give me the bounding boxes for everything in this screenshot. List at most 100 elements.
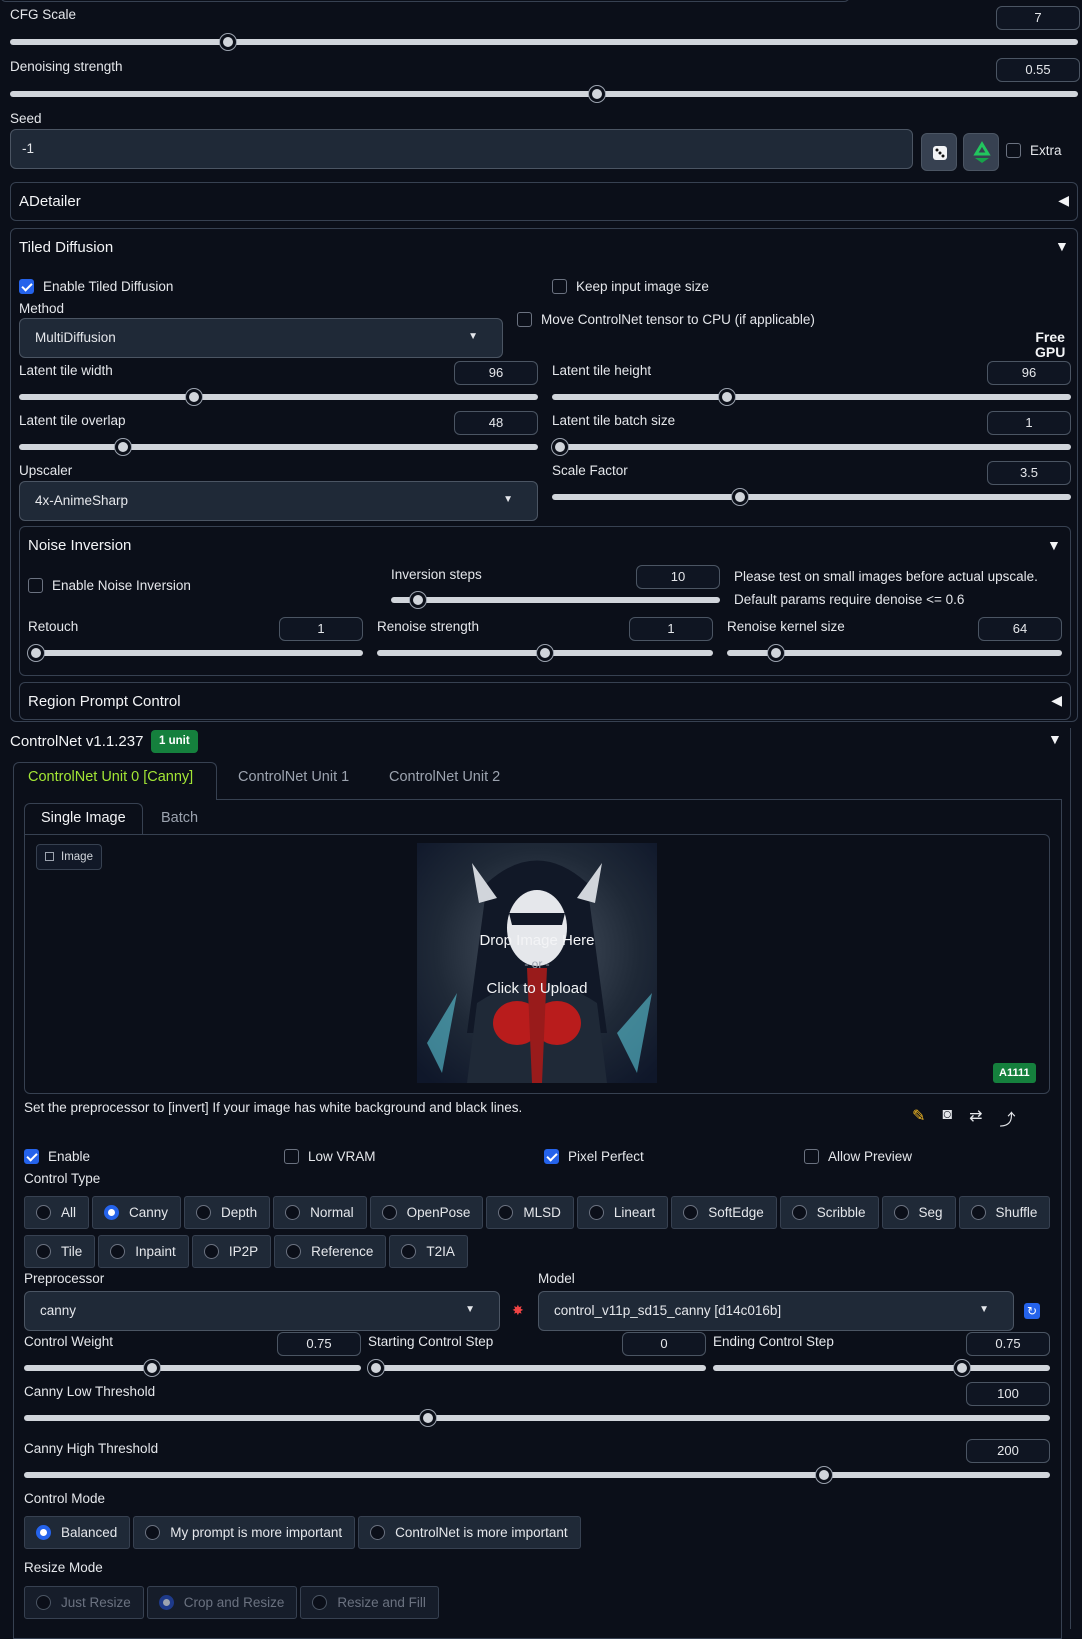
radio-balanced[interactable]: Balanced (24, 1516, 131, 1549)
inversion-steps-slider[interactable] (391, 592, 720, 608)
cfg-scale-slider[interactable] (10, 34, 1078, 50)
scale-factor-slider[interactable] (552, 489, 1071, 505)
collapse-down-icon[interactable]: ▼ (1055, 238, 1069, 254)
preprocessor-dropdown[interactable]: canny ▼ (24, 1291, 500, 1331)
radio-crop-and-resize[interactable]: Crop and Resize (146, 1586, 298, 1619)
upscaler-dropdown[interactable]: 4x-AnimeSharp ▼ (19, 481, 538, 521)
camera-icon[interactable]: ◙ (942, 1106, 952, 1130)
refresh-models-icon[interactable]: ↻ (1024, 1303, 1040, 1319)
control-weight-input[interactable]: 0.75 (277, 1332, 361, 1356)
radio-reference[interactable]: Reference (274, 1235, 387, 1268)
radio-t2ia[interactable]: T2IA (389, 1235, 468, 1268)
collapse-down-icon[interactable]: ▼ (1047, 537, 1061, 553)
allow-preview-checkbox[interactable] (804, 1149, 819, 1164)
starting-step-input[interactable]: 0 (622, 1332, 706, 1356)
latent-tile-batch-slider[interactable] (552, 439, 1071, 455)
move-controlnet-cpu-checkbox[interactable] (517, 312, 532, 327)
slider-thumb[interactable] (953, 1360, 970, 1376)
slider-thumb[interactable] (731, 489, 748, 505)
retouch-input[interactable]: 1 (279, 617, 363, 641)
radio-controlnet-is-more-important[interactable]: ControlNet is more important (358, 1516, 581, 1549)
radio-mlsd[interactable]: MLSD (486, 1196, 574, 1229)
enable-noise-inversion-checkbox[interactable] (28, 578, 43, 593)
latent-tile-height-input[interactable]: 96 (987, 361, 1071, 385)
slider-thumb[interactable] (220, 34, 237, 50)
radio-shuffle[interactable]: Shuffle (958, 1196, 1051, 1229)
radio-lineart[interactable]: Lineart (576, 1196, 669, 1229)
free-gpu-button[interactable]: Free GPU (1035, 330, 1065, 360)
slider-thumb[interactable] (28, 645, 44, 661)
radio-softedge[interactable]: SoftEdge (671, 1196, 777, 1229)
radio-depth[interactable]: Depth (184, 1196, 271, 1229)
radio-tile[interactable]: Tile (24, 1235, 96, 1268)
tab-batch[interactable]: Batch (161, 810, 198, 826)
slider-thumb[interactable] (815, 1467, 832, 1483)
latent-tile-batch-input[interactable]: 1 (987, 411, 1071, 435)
latent-tile-overlap-slider[interactable] (19, 439, 538, 455)
renoise-kernel-slider[interactable] (727, 645, 1062, 661)
adetailer-panel[interactable]: ADetailer ◀ (10, 182, 1078, 221)
denoising-strength-slider[interactable] (10, 86, 1078, 102)
noise-inversion-title[interactable]: Noise Inversion (28, 537, 131, 554)
run-preprocessor-icon[interactable]: ✸ (512, 1302, 524, 1319)
starting-step-slider[interactable] (368, 1360, 706, 1376)
ending-step-slider[interactable] (713, 1360, 1050, 1376)
control-weight-slider[interactable] (24, 1360, 361, 1376)
renoise-kernel-input[interactable]: 64 (978, 617, 1062, 641)
pixel-perfect-checkbox[interactable] (544, 1149, 559, 1164)
cfg-scale-input[interactable]: 7 (996, 6, 1080, 30)
radio-resize-and-fill[interactable]: Resize and Fill (300, 1586, 439, 1619)
tiled-diffusion-title[interactable]: Tiled Diffusion (19, 239, 113, 256)
latent-tile-overlap-input[interactable]: 48 (454, 411, 538, 435)
radio-canny[interactable]: Canny (92, 1196, 182, 1229)
canny-low-input[interactable]: 100 (966, 1382, 1050, 1406)
radio-my-prompt-is-more-important[interactable]: My prompt is more important (133, 1516, 356, 1549)
slider-thumb[interactable] (588, 86, 605, 102)
collapse-down-icon[interactable]: ▼ (1048, 731, 1062, 747)
enable-controlnet-checkbox[interactable] (24, 1149, 39, 1164)
slider-thumb[interactable] (537, 645, 553, 661)
radio-inpaint[interactable]: Inpaint (98, 1235, 189, 1268)
latent-tile-width-slider[interactable] (19, 389, 538, 405)
region-prompt-panel[interactable]: Region Prompt Control ◀ (19, 682, 1071, 720)
slider-thumb[interactable] (409, 592, 426, 608)
latent-tile-height-slider[interactable] (552, 389, 1071, 405)
canny-high-input[interactable]: 200 (966, 1439, 1050, 1463)
ending-step-input[interactable]: 0.75 (966, 1332, 1050, 1356)
keep-input-size-checkbox[interactable] (552, 279, 567, 294)
swap-icon[interactable]: ⇄ (969, 1106, 982, 1130)
tab-controlnet-unit-0[interactable]: ControlNet Unit 0 [Canny] (28, 769, 193, 785)
latent-tile-width-input[interactable]: 96 (454, 361, 538, 385)
radio-openpose[interactable]: OpenPose (369, 1196, 484, 1229)
renoise-strength-slider[interactable] (377, 645, 713, 661)
slider-thumb[interactable] (114, 439, 131, 455)
scale-factor-input[interactable]: 3.5 (987, 461, 1071, 485)
renoise-strength-input[interactable]: 1 (629, 617, 713, 641)
denoising-strength-input[interactable]: 0.55 (996, 58, 1080, 82)
radio-all[interactable]: All (24, 1196, 90, 1229)
notes-icon[interactable]: ✎ (912, 1106, 925, 1130)
canny-high-slider[interactable] (24, 1467, 1050, 1483)
radio-normal[interactable]: Normal (273, 1196, 367, 1229)
controlnet-title[interactable]: ControlNet v1.1.237 (10, 733, 143, 750)
tab-single-image[interactable]: Single Image (41, 810, 126, 826)
radio-seg[interactable]: Seg (881, 1196, 956, 1229)
tab-controlnet-unit-2[interactable]: ControlNet Unit 2 (389, 769, 500, 785)
reuse-seed-button[interactable] (963, 133, 999, 171)
canny-low-slider[interactable] (24, 1410, 1050, 1426)
method-dropdown[interactable]: MultiDiffusion ▼ (19, 318, 503, 358)
model-dropdown[interactable]: control_v11p_sd15_canny [d14c016b] ▼ (538, 1291, 1014, 1331)
seed-extra-checkbox[interactable] (1006, 143, 1021, 158)
slider-thumb[interactable] (368, 1360, 384, 1376)
inversion-steps-input[interactable]: 10 (636, 565, 720, 589)
low-vram-checkbox[interactable] (284, 1149, 299, 1164)
retouch-slider[interactable] (28, 645, 363, 661)
radio-just-resize[interactable]: Just Resize (24, 1586, 144, 1619)
enable-tiled-diffusion-checkbox[interactable] (19, 279, 34, 294)
random-seed-button[interactable] (921, 133, 957, 171)
radio-ip2p[interactable]: IP2P (191, 1235, 272, 1268)
tab-controlnet-unit-1[interactable]: ControlNet Unit 1 (238, 769, 349, 785)
seed-input[interactable]: -1 (10, 129, 913, 169)
slider-thumb[interactable] (552, 439, 568, 455)
radio-scribble[interactable]: Scribble (779, 1196, 879, 1229)
